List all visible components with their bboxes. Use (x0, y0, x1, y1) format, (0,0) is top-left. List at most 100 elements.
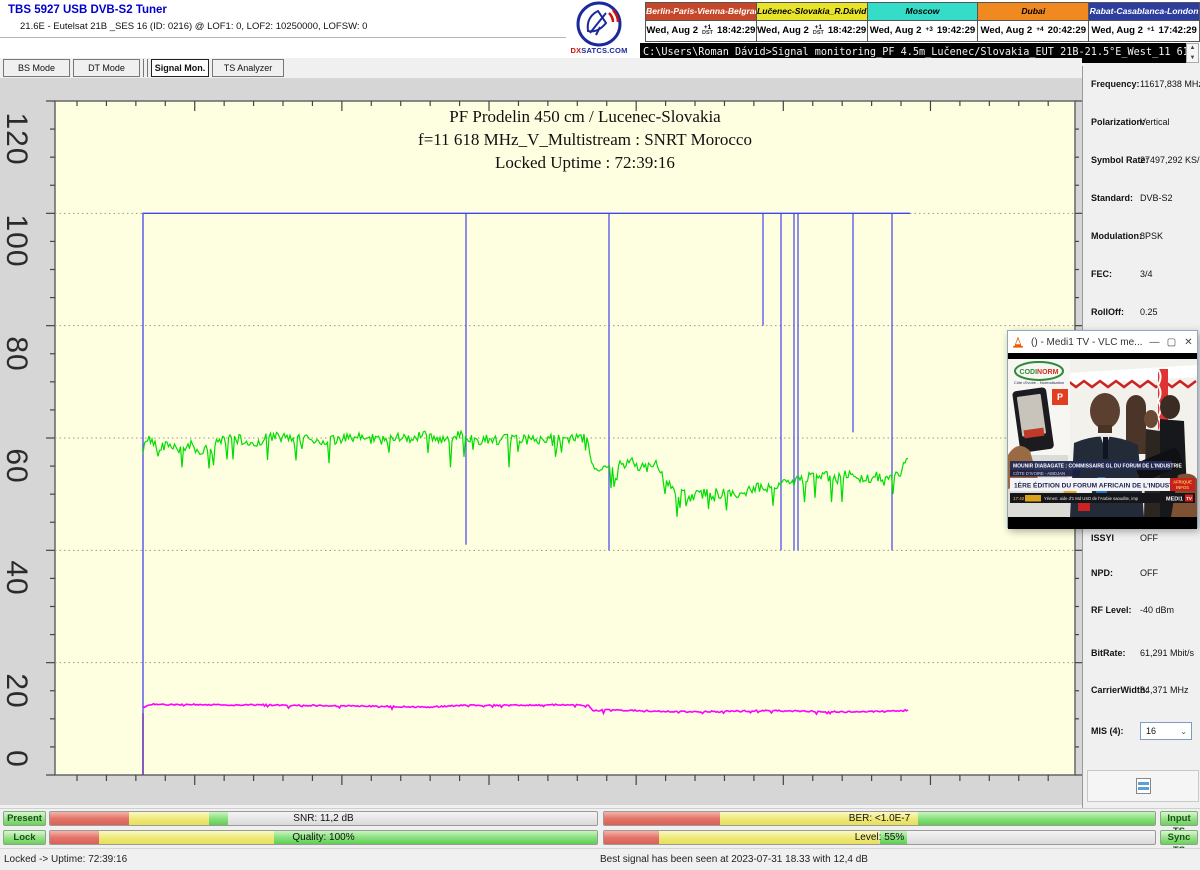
clock-city: Rabat-Casablanca-London (1089, 3, 1199, 21)
y-tick-label-100: 100 (0, 211, 33, 271)
level-meter: Level: 55% (603, 830, 1156, 845)
svg-text:MEDI1: MEDI1 (1166, 497, 1183, 503)
vlc-maximize-button[interactable]: ▢ (1163, 337, 1180, 348)
field-label: Frequency: (1091, 79, 1140, 89)
panel-field-polarization: Polarization:Vertical (1083, 117, 1200, 131)
field-value: 61,291 Mbit/s (1140, 648, 1194, 658)
field-label: Standard: (1091, 193, 1133, 203)
app-subtitle: 21.6E - Eutelsat 21B _SES 16 (ID: 0216) … (20, 21, 367, 32)
field-value: Vertical (1140, 117, 1170, 127)
svg-text:AFRIQUE: AFRIQUE (1173, 480, 1192, 485)
svg-text:CODINORM: CODINORM (1020, 369, 1059, 376)
field-label: BitRate: (1091, 648, 1126, 658)
panel-field-frequency: Frequency:11617,838 MHz (1083, 79, 1200, 93)
field-value: 34,371 MHz (1140, 685, 1189, 695)
scroll-down-icon[interactable]: ▼ (1190, 55, 1196, 61)
svg-text:MOUNIR DIABAGATE : COMMISSAIRE: MOUNIR DIABAGATE : COMMISSAIRE GL DU FOR… (1013, 464, 1182, 470)
panel-field-npd: NPD: OFF (1083, 568, 1200, 582)
quality-meter-label: Quality: 100% (50, 831, 597, 844)
ber-meter-label: BER: <1.0E-7 (604, 812, 1155, 825)
snr-meter: SNR: 11,2 dB (49, 811, 598, 826)
header-divider (0, 37, 566, 38)
status-meters: Present Lock Input TS Sync TS SNR: 11,2 dB BE… (0, 808, 1200, 849)
svg-text:Côte d'Ivoire - Normalisation: Côte d'Ivoire - Normalisation (1014, 380, 1064, 385)
mode-tabs: BS ModeDT Mode Signal Mon.TS Analyzer (OK… (0, 58, 1082, 78)
field-value: 8PSK (1140, 231, 1163, 241)
clock-5: Rabat-Casablanca-London Wed, Aug 2 +1 17… (1089, 3, 1199, 41)
app-title: TBS 5927 USB DVB-S2 Tuner (8, 4, 167, 16)
signal-chart: PF Prodelin 450 cm / Lucenec-Slovakia f=1… (0, 78, 1082, 805)
field-label: RF Level: (1091, 605, 1132, 615)
panel-field-fec: FEC:3/4 (1083, 269, 1200, 283)
vlc-window[interactable]: () - Medi1 TV - VLC me... — ▢ ✕ CODINORM… (1007, 330, 1198, 528)
tab-bs-mode[interactable]: BS Mode (3, 59, 70, 77)
clock-time: Wed, Aug 2 +4 20:42:29 (978, 21, 1088, 40)
signal-chart-region: BERSNRQualityLevel PF Prodelin 450 cm / … (0, 78, 1082, 805)
vlc-minimize-button[interactable]: — (1146, 337, 1163, 348)
field-label: NPD: (1091, 568, 1113, 578)
vlc-video-area[interactable]: CODINORM Côte d'Ivoire - Normalisation P… (1008, 353, 1197, 529)
vlc-titlebar[interactable]: () - Medi1 TV - VLC me... — ▢ ✕ (1008, 331, 1197, 353)
svg-text:CÔTE D'IVOIRE - ABIDJAN: CÔTE D'IVOIRE - ABIDJAN (1013, 471, 1065, 476)
field-label: MIS (4): (1091, 726, 1124, 736)
clock-4: Dubai Wed, Aug 2 +4 20:42:29 (978, 3, 1089, 41)
clock-time: Wed, Aug 2 +1 17:42:29 (1089, 21, 1199, 40)
sync-ts-indicator[interactable]: Sync TS (1160, 830, 1198, 845)
tab-signal-mon-[interactable]: Signal Mon. (151, 59, 209, 77)
lock-uptime-status: Locked -> Uptime: 72:39:16 (4, 854, 127, 865)
field-label: ISSYI (1091, 533, 1114, 543)
ber-meter: BER: <1.0E-7 (603, 811, 1156, 826)
quality-meter: Quality: 100% (49, 830, 598, 845)
panel-field-standard: Standard: DVB-S2 (1083, 193, 1200, 207)
console-text: C:\Users\Roman Dávid>Signal monitoring_P… (643, 47, 1186, 58)
svg-text:Locked Uptime : 72:39:16: Locked Uptime : 72:39:16 (495, 153, 675, 172)
best-signal-status: Best signal has been seen at 2023-07-31 … (600, 854, 868, 865)
field-value: DVB-S2 (1140, 193, 1173, 203)
video-frame: CODINORM Côte d'Ivoire - Normalisation P… (1008, 353, 1197, 529)
status-bar: Locked -> Uptime: 72:39:16 Best signal h… (0, 848, 1200, 870)
field-value: 0.25 (1140, 307, 1158, 317)
y-tick-label-60: 60 (0, 436, 33, 496)
console-scrollbar[interactable]: ▲▼ (1186, 43, 1199, 63)
svg-text:PF Prodelin 450 cm / Lucenec-S: PF Prodelin 450 cm / Lucenec-Slovakia (449, 107, 721, 126)
input-ts-indicator[interactable]: Input TS (1160, 811, 1198, 826)
logo-text: DXSATCS.COM (567, 46, 631, 55)
dxsatcs-logo: DXSATCS.COM (567, 1, 631, 56)
header: TBS 5927 USB DVB-S2 Tuner 21.6E - Eutels… (0, 0, 1200, 58)
satellite-dish-icon (576, 1, 622, 47)
svg-text:INFOS: INFOS (1176, 485, 1189, 490)
lock-indicator[interactable]: Lock (3, 830, 46, 845)
present-indicator[interactable]: Present (3, 811, 46, 826)
panel-field-modulation: Modulation:8PSK (1083, 231, 1200, 245)
scroll-up-icon[interactable]: ▲ (1190, 45, 1196, 51)
clock-city: Berlin-Paris-Vienna-Belgrade (646, 3, 756, 21)
panel-stream-button[interactable] (1087, 770, 1199, 802)
tab-ts-analyzer-ok-[interactable]: TS Analyzer (OK) (212, 59, 284, 77)
clock-city: Dubai (978, 3, 1088, 21)
mis-dropdown[interactable]: 16⌄ (1140, 722, 1192, 740)
clock-city: Moscow (868, 3, 978, 21)
y-tick-label-20: 20 (0, 661, 33, 721)
panel-field-symbolrate: Symbol Rate:27497,292 KS/s (1083, 155, 1200, 169)
tab-separator (143, 59, 148, 77)
snr-meter-label: SNR: 11,2 dB (50, 812, 597, 825)
field-label: RollOff: (1091, 307, 1124, 317)
tab-dt-mode[interactable]: DT Mode (73, 59, 140, 77)
panel-field-rflevel: RF Level: -40 dBm (1083, 605, 1200, 619)
vlc-close-button[interactable]: ✕ (1180, 337, 1197, 348)
level-meter-label: Level: 55% (604, 831, 1155, 844)
field-value: OFF (1140, 533, 1158, 543)
field-label: FEC: (1091, 269, 1112, 279)
field-value: 27497,292 KS/s (1140, 155, 1200, 165)
svg-text:f=11 618 MHz_V_Multistream : S: f=11 618 MHz_V_Multistream : SNRT Morocc… (418, 130, 752, 149)
world-clocks: Berlin-Paris-Vienna-Belgrade Wed, Aug 2 … (645, 2, 1200, 42)
clock-time: Wed, Aug 2 +3 19:42:29 (868, 21, 978, 40)
y-tick-label-120: 120 (0, 109, 33, 169)
app-window: TBS 5927 USB DVB-S2 Tuner 21.6E - Eutels… (0, 0, 1200, 870)
svg-text:Yémen: aide d'1 Md USD de l'Ar: Yémen: aide d'1 Md USD de l'Arabie saoud… (1044, 496, 1139, 501)
field-value: OFF (1140, 568, 1158, 578)
svg-text:17:42: 17:42 (1013, 496, 1025, 501)
clock-time: Wed, Aug 2 +1DST 18:42:29 (646, 21, 756, 40)
clock-2: Lučenec-Slovakia_R.Dávid Wed, Aug 2 +1DS… (757, 3, 868, 41)
field-value: -40 dBm (1140, 605, 1174, 615)
